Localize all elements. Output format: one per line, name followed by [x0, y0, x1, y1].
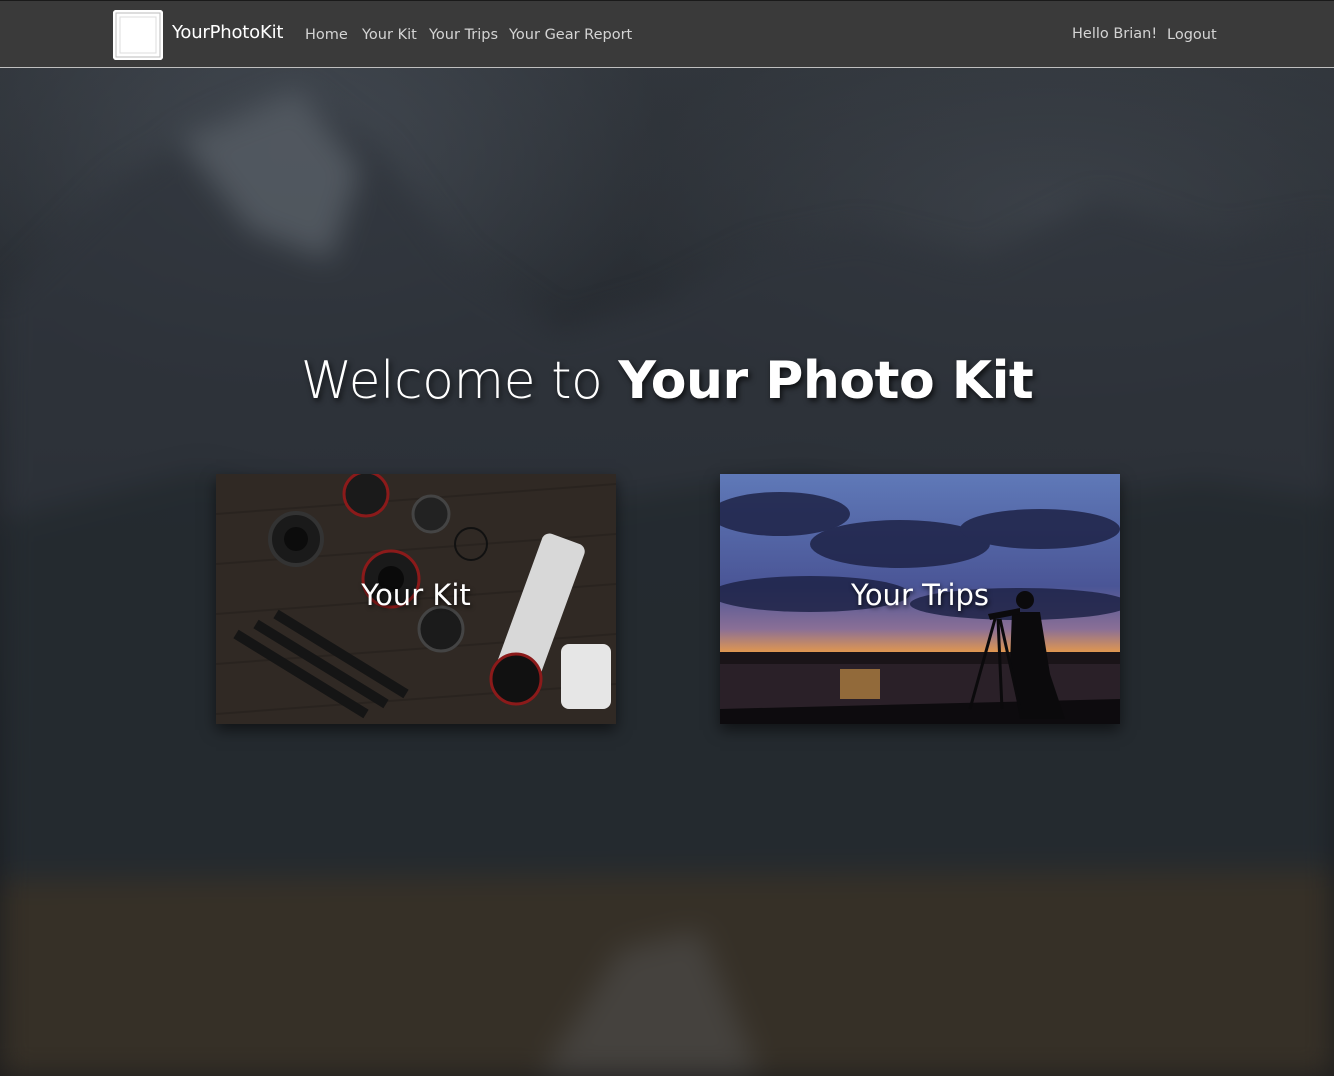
- mountain-background: [0, 0, 1334, 1076]
- card-label-your-kit: Your Kit: [361, 578, 471, 612]
- nav-link-home[interactable]: Home: [305, 27, 348, 43]
- logo-icon[interactable]: [113, 10, 163, 60]
- nav-link-your-kit[interactable]: Your Kit: [362, 27, 417, 43]
- nav-link-gear-report[interactable]: Your Gear Report: [509, 27, 632, 43]
- welcome-heading: Welcome to Your Photo Kit: [0, 351, 1334, 411]
- page: YourPhotoKit Home Your Kit Your Trips Yo…: [0, 0, 1334, 1076]
- welcome-prefix: Welcome to: [300, 351, 619, 411]
- user-greeting: Hello Brian!: [1072, 26, 1158, 42]
- brand-name[interactable]: YourPhotoKit: [172, 22, 283, 43]
- welcome-emphasis: Your Photo Kit: [618, 351, 1034, 411]
- logout-link[interactable]: Logout: [1167, 27, 1217, 43]
- card-your-trips[interactable]: Your Trips: [720, 474, 1120, 724]
- navbar: YourPhotoKit Home Your Kit Your Trips Yo…: [0, 0, 1334, 68]
- card-your-kit[interactable]: Your Kit: [216, 474, 616, 724]
- nav-link-your-trips[interactable]: Your Trips: [429, 27, 498, 43]
- card-label-your-trips: Your Trips: [850, 578, 990, 612]
